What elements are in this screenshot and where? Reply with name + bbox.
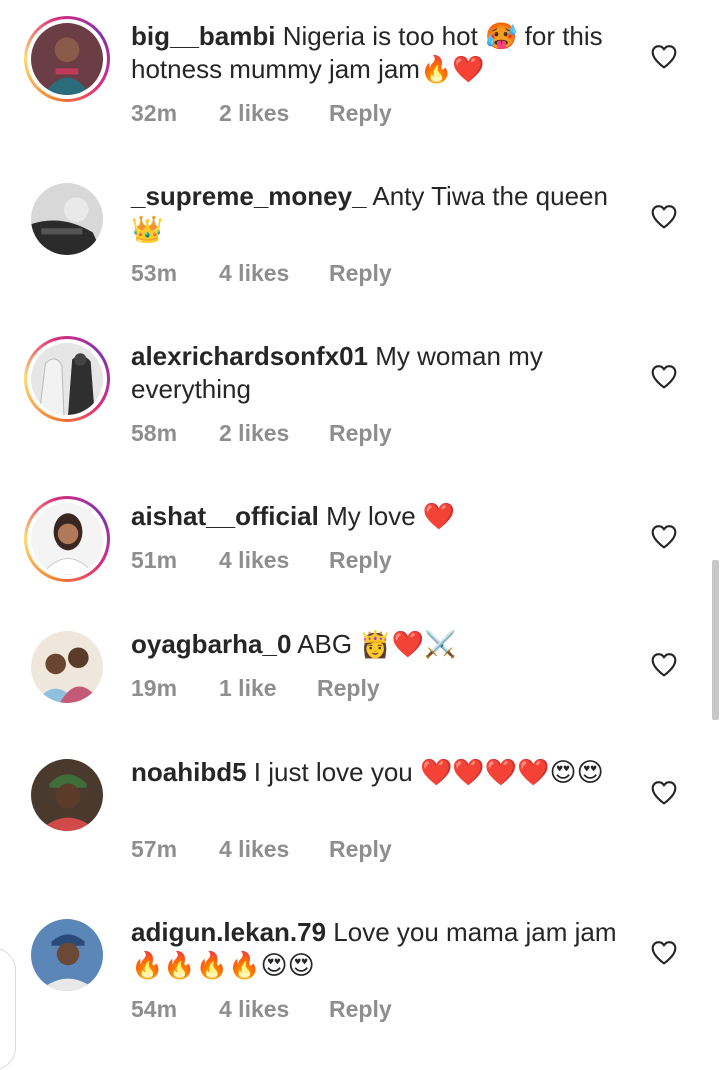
comment-username[interactable]: adigun.lekan.79 bbox=[131, 917, 326, 947]
comment-time: 53m bbox=[131, 260, 178, 286]
comment-time: 51m bbox=[131, 547, 178, 573]
comment-likes[interactable]: 4 likes bbox=[219, 547, 329, 574]
heart-outline-icon[interactable] bbox=[648, 360, 680, 392]
heart-outline-icon[interactable] bbox=[648, 648, 680, 680]
comment-time: 32m bbox=[131, 100, 178, 126]
avatar bbox=[31, 183, 103, 255]
comment-time: 58m bbox=[131, 420, 178, 446]
avatar-story-ring[interactable] bbox=[24, 496, 110, 582]
reply-button[interactable]: Reply bbox=[329, 100, 392, 127]
comment-text: I just love you ❤️❤️❤️❤️😍😍 bbox=[246, 757, 604, 787]
comment-likes[interactable]: 2 likes bbox=[219, 420, 329, 447]
avatar-wrap[interactable] bbox=[24, 752, 110, 838]
reply-button[interactable]: Reply bbox=[329, 547, 392, 574]
heart-outline-icon[interactable] bbox=[648, 40, 680, 72]
avatar bbox=[31, 503, 103, 575]
avatar bbox=[31, 343, 103, 415]
reply-button[interactable]: Reply bbox=[329, 836, 392, 863]
heart-outline-icon[interactable] bbox=[648, 936, 680, 968]
heart-outline-icon[interactable] bbox=[648, 520, 680, 552]
floating-panel-edge bbox=[0, 948, 16, 1070]
comment-text: ABG 👸❤️⚔️ bbox=[291, 629, 457, 659]
reply-button[interactable]: Reply bbox=[329, 996, 392, 1023]
avatar-wrap[interactable] bbox=[24, 912, 110, 998]
avatar bbox=[31, 919, 103, 991]
comment-likes[interactable]: 2 likes bbox=[219, 100, 329, 127]
comment-text: My love ❤️ bbox=[318, 501, 456, 531]
comment-likes[interactable]: 4 likes bbox=[219, 260, 329, 287]
heart-outline-icon[interactable] bbox=[648, 200, 680, 232]
comment-username[interactable]: alexrichardsonfx01 bbox=[131, 341, 368, 371]
comment-username[interactable]: _supreme_money_ bbox=[131, 181, 367, 211]
comment-likes[interactable]: 4 likes bbox=[219, 996, 329, 1023]
comment-time: 54m bbox=[131, 996, 178, 1022]
avatar-story-ring[interactable] bbox=[24, 336, 110, 422]
comment-likes[interactable]: 4 likes bbox=[219, 836, 329, 863]
reply-button[interactable]: Reply bbox=[329, 260, 392, 287]
scrollbar[interactable] bbox=[712, 560, 719, 720]
reply-button[interactable]: Reply bbox=[329, 420, 392, 447]
avatar-wrap[interactable] bbox=[24, 624, 110, 710]
comment-time: 19m bbox=[131, 675, 178, 701]
reply-button[interactable]: Reply bbox=[317, 675, 380, 702]
avatar bbox=[31, 631, 103, 703]
avatar bbox=[31, 23, 103, 95]
avatar-story-ring[interactable] bbox=[24, 16, 110, 102]
comment-likes[interactable]: 1 like bbox=[219, 675, 317, 702]
comment-username[interactable]: noahibd5 bbox=[131, 757, 247, 787]
comment-username[interactable]: aishat__official bbox=[131, 501, 319, 531]
comment-username[interactable]: big__bambi bbox=[131, 21, 275, 51]
comment-time: 57m bbox=[131, 836, 178, 862]
avatar bbox=[31, 759, 103, 831]
avatar-wrap[interactable] bbox=[24, 176, 110, 262]
comment-username[interactable]: oyagbarha_0 bbox=[131, 629, 291, 659]
heart-outline-icon[interactable] bbox=[648, 776, 680, 808]
